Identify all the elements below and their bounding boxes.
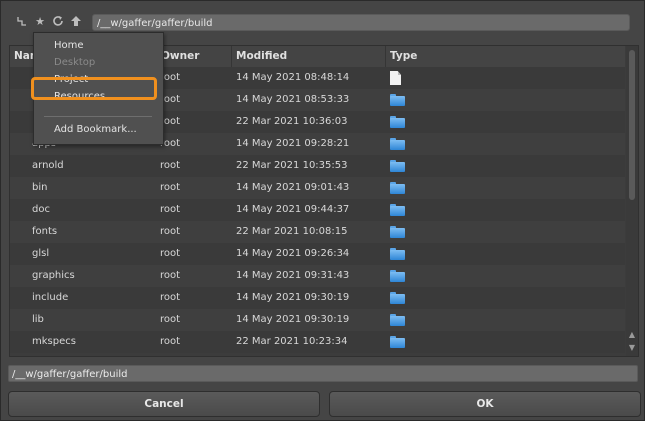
file-owner: root: [160, 248, 181, 259]
scroll-up-icon[interactable]: ▲: [627, 330, 637, 340]
file-owner: root: [160, 314, 181, 325]
file-modified: 22 Mar 2021 10:36:03: [236, 116, 348, 127]
refresh-icon[interactable]: [51, 15, 65, 29]
file-name: graphics: [32, 270, 75, 281]
folder-icon: [390, 335, 405, 349]
table-row[interactable]: doc root 14 May 2021 09:44:37: [10, 199, 625, 221]
path-field[interactable]: /__w/gaffer/gaffer/build: [92, 14, 630, 31]
file-modified: 22 Mar 2021 10:23:34: [236, 336, 348, 347]
folder-icon: [390, 115, 405, 129]
bookmark-star-icon[interactable]: ★: [33, 15, 47, 29]
file-modified: 14 May 2021 09:01:43: [236, 182, 350, 193]
file-modified: 14 May 2021 09:30:19: [236, 292, 350, 303]
file-name: arnold: [32, 160, 64, 171]
table-row[interactable]: fonts root 22 Mar 2021 10:08:15: [10, 221, 625, 243]
table-row[interactable]: arnold root 22 Mar 2021 10:35:53: [10, 155, 625, 177]
file-modified: 14 May 2021 09:28:21: [236, 138, 350, 149]
table-row[interactable]: glsl root 14 May 2021 09:26:34: [10, 243, 625, 265]
vertical-scrollbar[interactable]: ▲ ▼: [626, 46, 638, 356]
folder-icon: [390, 181, 405, 195]
folder-icon: [390, 313, 405, 327]
column-header-type[interactable]: Type: [386, 46, 625, 67]
selected-path-field[interactable]: /__w/gaffer/gaffer/build: [8, 365, 638, 382]
file-modified: 22 Mar 2021 10:35:53: [236, 160, 348, 171]
folder-icon: [390, 225, 405, 239]
folder-icon: [390, 291, 405, 305]
file-modified: 14 May 2021 09:31:43: [236, 270, 350, 281]
table-row[interactable]: graphics root 14 May 2021 09:31:43: [10, 265, 625, 287]
menu-item-add-bookmark[interactable]: Add Bookmark...: [54, 124, 137, 135]
table-row[interactable]: include root 14 May 2021 09:30:19: [10, 287, 625, 309]
file-name: bin: [32, 182, 48, 193]
file-modified: 14 May 2021 08:53:33: [236, 94, 350, 105]
file-owner: root: [160, 292, 181, 303]
file-owner: root: [160, 160, 181, 171]
folder-icon: [390, 269, 405, 283]
file-name: doc: [32, 204, 50, 215]
up-level-icon[interactable]: [15, 15, 29, 29]
highlight-box: [31, 77, 157, 100]
file-owner: root: [160, 336, 181, 347]
scrollbar-thumb[interactable]: [629, 50, 635, 200]
file-name: glsl: [32, 248, 50, 259]
file-name: include: [32, 292, 69, 303]
menu-item-home[interactable]: Home: [54, 40, 84, 51]
column-header-modified[interactable]: Modified: [232, 46, 386, 67]
scroll-down-icon[interactable]: ▼: [627, 343, 637, 353]
table-row[interactable]: mkspecs root 22 Mar 2021 10:23:34: [10, 331, 625, 353]
file-owner: root: [160, 182, 181, 193]
file-owner: root: [160, 226, 181, 237]
folder-icon: [390, 203, 405, 217]
cancel-button[interactable]: Cancel: [8, 391, 320, 417]
folder-icon: [390, 159, 405, 173]
file-browser-dialog: ★ /__w/gaffer/gaffer/build Name Owner Mo…: [0, 0, 645, 421]
table-row[interactable]: lib root 14 May 2021 09:30:19: [10, 309, 625, 331]
table-row[interactable]: bin root 14 May 2021 09:01:43: [10, 177, 625, 199]
ok-button[interactable]: OK: [329, 391, 641, 417]
column-header-owner[interactable]: Owner: [157, 46, 232, 67]
file-owner: root: [160, 270, 181, 281]
file-modified: 14 May 2021 08:48:14: [236, 72, 350, 83]
file-name: fonts: [32, 226, 58, 237]
folder-icon: [390, 247, 405, 261]
file-icon: [390, 71, 401, 85]
up-arrow-icon[interactable]: [69, 15, 83, 29]
folder-icon: [390, 93, 405, 107]
file-name: lib: [32, 314, 44, 325]
file-owner: root: [160, 204, 181, 215]
file-modified: 22 Mar 2021 10:08:15: [236, 226, 348, 237]
menu-item-desktop: Desktop: [54, 57, 96, 68]
file-modified: 14 May 2021 09:26:34: [236, 248, 350, 259]
file-name: mkspecs: [32, 336, 76, 347]
menu-separator: [44, 116, 152, 117]
file-modified: 14 May 2021 09:30:19: [236, 314, 350, 325]
folder-icon: [390, 137, 405, 151]
file-modified: 14 May 2021 09:44:37: [236, 204, 350, 215]
